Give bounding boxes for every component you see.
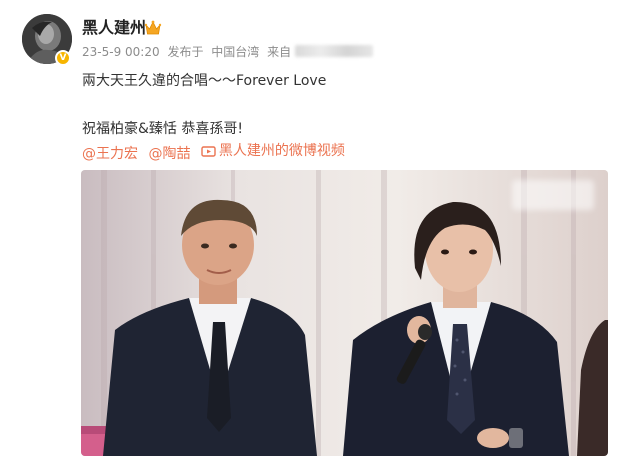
published-in-label: 发布于 [167, 45, 204, 59]
post-time[interactable]: 23-5-9 00:20 [82, 45, 160, 59]
author-name[interactable]: 黑人建州 [82, 18, 146, 38]
post-location: 中国台湾 [211, 45, 260, 59]
mention-link-2[interactable]: @陶喆 [148, 146, 190, 162]
verified-icon: V [55, 50, 71, 66]
blurred-source [295, 45, 374, 57]
stage-photo [81, 170, 608, 456]
video-link-label: 黑人建州的微博视频 [218, 143, 345, 159]
post-photo[interactable] [81, 170, 608, 456]
video-icon [201, 145, 216, 157]
post-meta: 23-5-9 00:20 发布于 中国台湾 来自 [82, 44, 377, 60]
crown-icon[interactable] [144, 20, 162, 36]
source-prefix: 来自 [267, 45, 292, 59]
blurred-watermark [512, 180, 594, 210]
post-text-line-1: 兩大天王久違的合唱～～Forever Love [82, 73, 327, 89]
video-link[interactable]: 黑人建州的微博视频 [201, 142, 345, 160]
mention-link-1[interactable]: @王力宏 [82, 146, 138, 162]
post-links: @王力宏 @陶喆 黑人建州的微博视频 [82, 142, 351, 163]
post-text-line-2: 祝福柏豪&臻恬 恭喜孫哥! [82, 121, 243, 137]
